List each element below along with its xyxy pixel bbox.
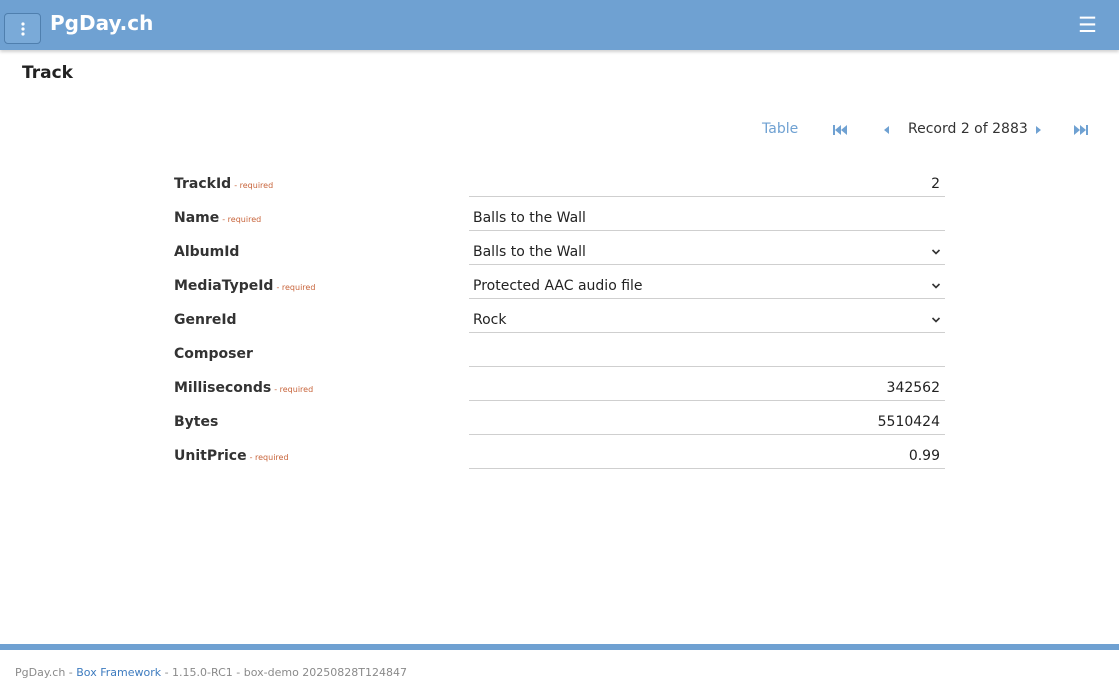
form-row-albumid: AlbumId Balls to the Wall — [0, 238, 1119, 272]
input-composer[interactable] — [469, 342, 945, 367]
footer: PgDay.ch - Box Framework - 1.15.0-RC1 - … — [15, 666, 407, 679]
input-trackid[interactable]: 2 — [469, 172, 945, 197]
field-label: Bytes — [174, 414, 218, 430]
app-title[interactable]: PgDay.ch — [50, 11, 153, 35]
skip-to-first-icon[interactable] — [832, 122, 848, 138]
field-value: 0.99 — [908, 448, 940, 464]
skip-to-last-icon[interactable] — [1073, 122, 1089, 138]
form-row-bytes: Bytes 5510424 — [0, 408, 1119, 442]
footer-version: - 1.15.0-RC1 - box-demo 20250828T124847 — [161, 666, 407, 679]
field-label: Composer — [174, 346, 253, 362]
field-label-text: MediaTypeId — [174, 278, 274, 294]
field-value: Balls to the Wall — [473, 210, 586, 226]
table-link[interactable]: Table — [762, 121, 798, 137]
field-label: TrackId - required — [174, 176, 273, 192]
record-navigation: Table Record 2 of 2883 — [0, 118, 1119, 142]
chevron-down-icon — [931, 317, 941, 323]
side-menu-button[interactable] — [4, 13, 41, 44]
hamburger-icon[interactable]: ☰ — [1078, 12, 1097, 38]
required-marker: - required — [249, 453, 289, 462]
top-bar: PgDay.ch ☰ — [0, 0, 1119, 50]
field-value: Balls to the Wall — [473, 244, 586, 260]
required-marker: - required — [234, 181, 274, 190]
field-value: Rock — [473, 312, 507, 328]
required-marker: - required — [222, 215, 262, 224]
form-row-milliseconds: Milliseconds - required 342562 — [0, 374, 1119, 408]
field-label: Name - required — [174, 210, 261, 226]
field-label-text: UnitPrice — [174, 448, 247, 464]
field-label-text: Bytes — [174, 414, 219, 430]
footer-prefix: PgDay.ch - — [15, 666, 77, 679]
form-row-composer: Composer — [0, 340, 1119, 374]
record-counter: Record 2 of 2883 — [908, 121, 1028, 137]
footer-divider — [0, 644, 1119, 650]
field-label: UnitPrice - required — [174, 448, 289, 464]
field-label-text: GenreId — [174, 312, 237, 328]
required-marker: - required — [274, 385, 314, 394]
select-mediatypeid[interactable]: Protected AAC audio file — [469, 274, 945, 299]
chevron-down-icon — [931, 283, 941, 289]
previous-icon[interactable] — [879, 122, 895, 138]
field-label-text: TrackId — [174, 176, 232, 192]
field-label-text: Composer — [174, 346, 253, 362]
field-label: AlbumId — [174, 244, 239, 260]
form-row-name: Name - required Balls to the Wall — [0, 204, 1119, 238]
input-name[interactable]: Balls to the Wall — [469, 206, 945, 231]
select-albumid[interactable]: Balls to the Wall — [469, 240, 945, 265]
form-row-trackid: TrackId - required 2 — [0, 170, 1119, 204]
field-label-text: Milliseconds — [174, 380, 272, 396]
field-value: 2 — [931, 176, 940, 192]
field-label: GenreId — [174, 312, 237, 328]
page-title: Track — [22, 63, 73, 83]
form-row-mediatypeid: MediaTypeId - required Protected AAC audio… — [0, 272, 1119, 306]
field-value: 5510424 — [877, 414, 940, 430]
field-value: Protected AAC audio file — [473, 278, 643, 294]
form-row-unitprice: UnitPrice - required 0.99 — [0, 442, 1119, 476]
input-milliseconds[interactable]: 342562 — [469, 376, 945, 401]
select-genreid[interactable]: Rock — [469, 308, 945, 333]
field-label-text: AlbumId — [174, 244, 240, 260]
field-label: MediaTypeId - required — [174, 278, 315, 294]
field-value: 342562 — [886, 380, 940, 396]
chevron-down-icon — [931, 249, 941, 255]
required-marker: - required — [276, 283, 316, 292]
field-label-text: Name — [174, 210, 220, 226]
input-unitprice[interactable]: 0.99 — [469, 444, 945, 469]
box-framework-link[interactable]: Box Framework — [76, 666, 161, 679]
dots-vertical-icon — [20, 21, 25, 36]
field-label: Milliseconds - required — [174, 380, 313, 396]
input-bytes[interactable]: 5510424 — [469, 410, 945, 435]
next-icon[interactable] — [1030, 122, 1046, 138]
form-row-genreid: GenreId Rock — [0, 306, 1119, 340]
